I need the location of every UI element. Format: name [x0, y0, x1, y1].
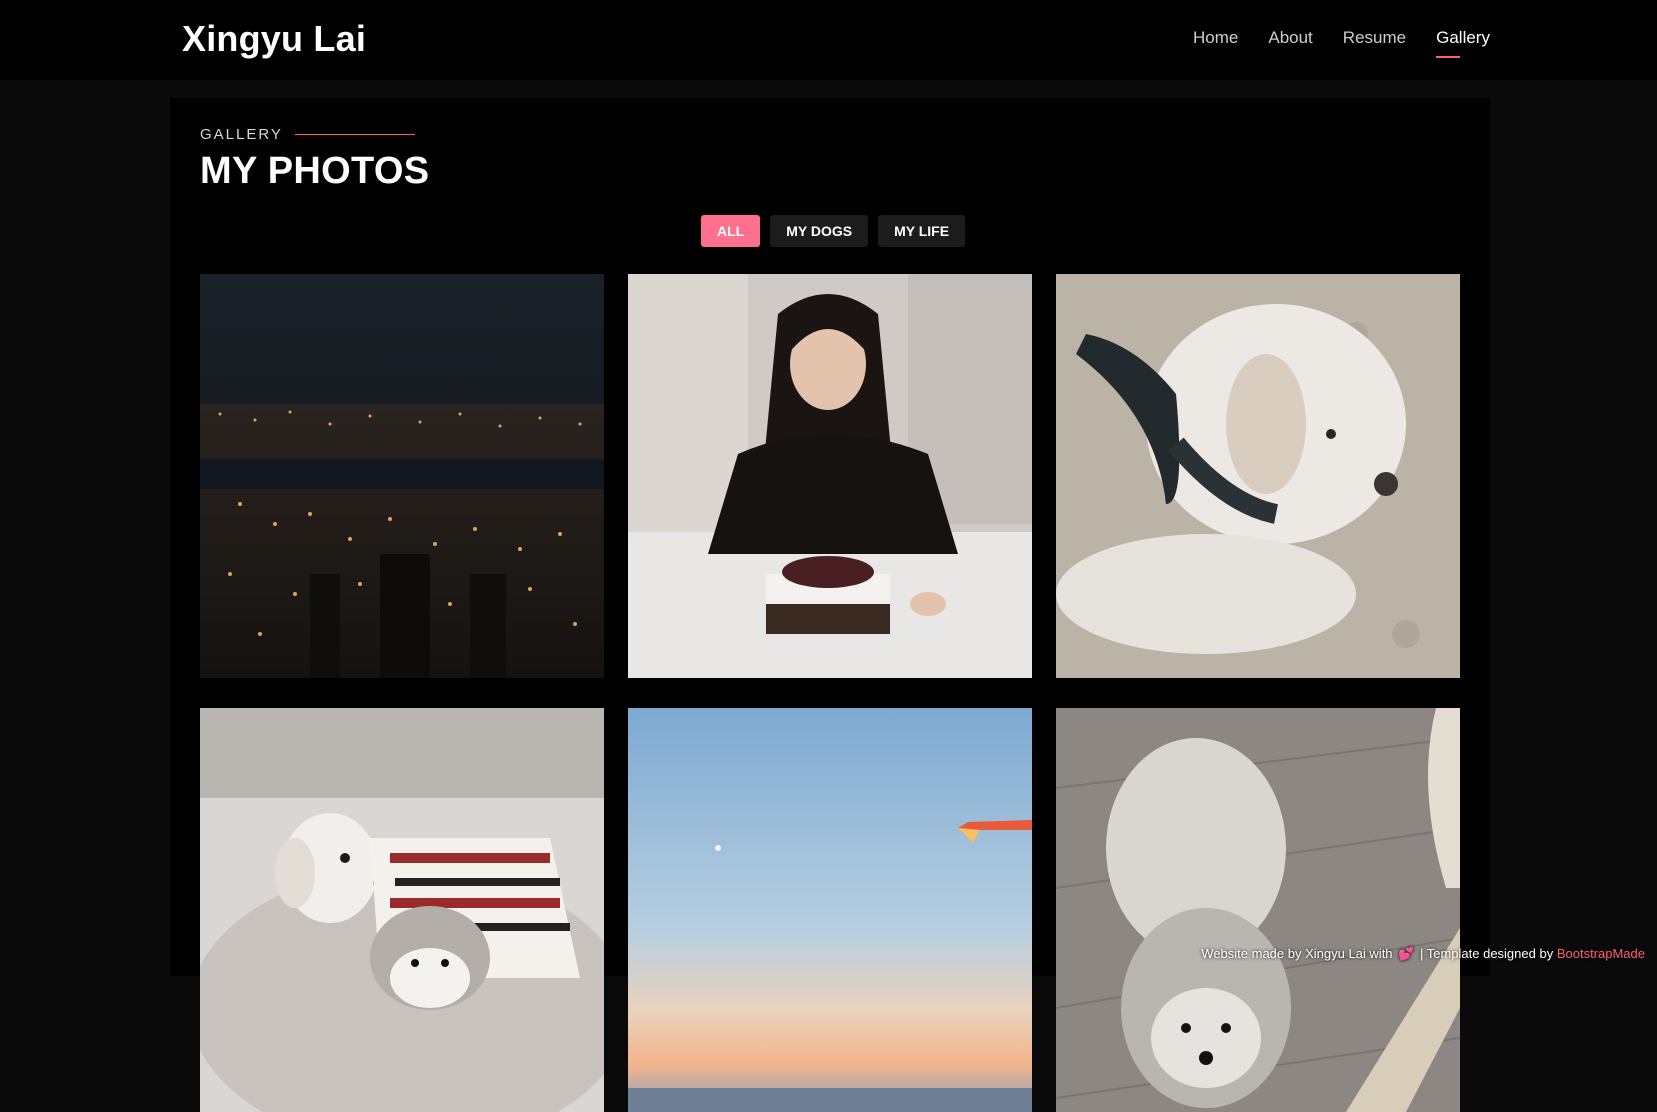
- birthday-cake-image: [628, 274, 1032, 678]
- credit-middle: | Template designed by: [1419, 946, 1554, 961]
- gallery-panel: GALLERY MY PHOTOS ALL MY DOGS MY LIFE: [170, 98, 1490, 1112]
- filter-all[interactable]: ALL: [701, 215, 761, 247]
- nav-gallery[interactable]: Gallery: [1436, 28, 1490, 58]
- photo-white-dog-sand[interactable]: [1056, 274, 1460, 678]
- sky-wing-image: [628, 708, 1032, 1112]
- site-brand[interactable]: Xingyu Lai: [182, 18, 366, 60]
- photo-two-dogs-bed[interactable]: [200, 708, 604, 1112]
- two-dogs-bed-image: [200, 708, 604, 1112]
- main-nav: Home About Resume Gallery: [1193, 28, 1490, 58]
- page-title: MY PHOTOS: [200, 150, 430, 192]
- filter-my-life[interactable]: MY LIFE: [878, 215, 966, 247]
- heart-icon: 💕: [1398, 946, 1415, 961]
- white-dog-sand-image: [1056, 274, 1460, 678]
- filter-my-dogs[interactable]: MY DOGS: [770, 215, 869, 247]
- gallery-filters: ALL MY DOGS MY LIFE: [701, 215, 966, 247]
- nav-resume[interactable]: Resume: [1343, 28, 1406, 58]
- photo-birthday-cake[interactable]: [628, 274, 1032, 678]
- header-bar: Xingyu Lai Home About Resume Gallery: [0, 0, 1657, 80]
- grey-puppy-image: [1056, 708, 1460, 1112]
- nav-home[interactable]: Home: [1193, 28, 1238, 58]
- nav-about[interactable]: About: [1268, 28, 1312, 58]
- footer-credit: Website made by Xingyu Lai with 💕 | Temp…: [1201, 946, 1645, 962]
- photo-city-night[interactable]: [200, 274, 604, 678]
- eyebrow-divider: [294, 134, 415, 135]
- credit-prefix: Website made by Xingyu Lai with: [1201, 946, 1393, 961]
- section-eyebrow: GALLERY: [200, 126, 415, 143]
- photo-sky-wing[interactable]: [628, 708, 1032, 1112]
- eyebrow-label: GALLERY: [200, 126, 283, 143]
- city-night-image: [200, 274, 604, 678]
- photo-grey-puppy[interactable]: [1056, 708, 1460, 1112]
- bootstrapmade-link[interactable]: BootstrapMade: [1557, 946, 1645, 961]
- photo-grid: [200, 274, 1460, 1112]
